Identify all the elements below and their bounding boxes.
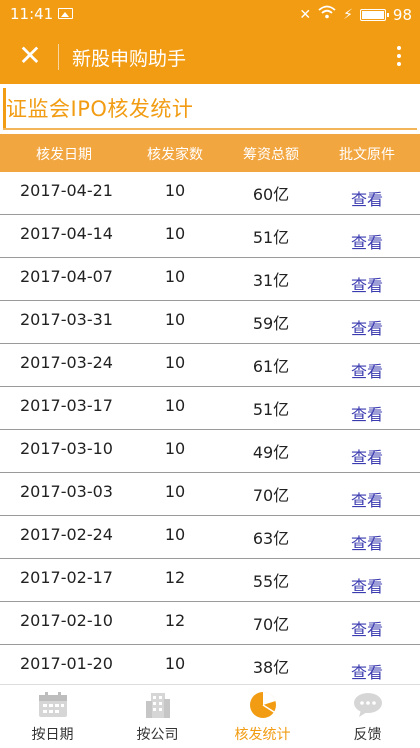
row-date: 2017-04-14 [20, 224, 113, 243]
image-notification-icon [58, 8, 73, 19]
row-amount: 63亿 [252, 529, 290, 548]
row-date: 2017-02-24 [20, 525, 113, 544]
table-header: 核发日期 核发家数 筹资总额 批文原件 [0, 134, 420, 172]
header-date: 核发日期 [36, 147, 92, 163]
row-count: 10 [164, 482, 186, 501]
view-link[interactable]: 查看 [320, 272, 414, 296]
row-date: 2017-03-17 [20, 396, 113, 415]
table-row: 2017-03-10 10 49亿 查看 [0, 430, 420, 473]
nav-by-date[interactable]: 按日期 [0, 685, 105, 748]
app-bar: ✕ 新股申购助手 [0, 30, 420, 84]
view-link[interactable]: 查看 [320, 401, 414, 425]
row-amount: 31亿 [252, 271, 290, 290]
row-count: 10 [164, 654, 186, 673]
row-count: 10 [164, 525, 186, 544]
table-row: 2017-02-24 10 63亿 查看 [0, 516, 420, 559]
table-row: 2017-04-07 10 31亿 查看 [0, 258, 420, 301]
row-date: 2017-02-17 [20, 568, 113, 587]
status-icons: ✕ ⚡ 98 [299, 5, 412, 24]
more-options-icon[interactable] [392, 42, 406, 72]
row-amount: 61亿 [252, 357, 290, 376]
row-count: 10 [164, 353, 186, 372]
building-icon [146, 693, 170, 718]
chat-bubble-icon [354, 693, 382, 717]
table-row: 2017-03-24 10 61亿 查看 [0, 344, 420, 387]
calendar-icon [39, 692, 67, 717]
row-amount: 49亿 [252, 443, 290, 462]
row-date: 2017-03-10 [20, 439, 113, 458]
view-link[interactable]: 查看 [320, 229, 414, 253]
row-amount: 70亿 [252, 486, 290, 505]
row-date: 2017-02-10 [20, 611, 113, 630]
nav-feedback[interactable]: 反馈 [315, 685, 420, 748]
row-count: 10 [164, 396, 186, 415]
row-date: 2017-03-24 [20, 353, 113, 372]
nav-label: 按日期 [31, 727, 74, 743]
table-row: 2017-04-21 10 60亿 查看 [0, 172, 420, 215]
row-amount: 70亿 [252, 615, 290, 634]
header-amount: 筹资总额 [243, 147, 299, 163]
row-count: 10 [164, 439, 186, 458]
table-row: 2017-02-17 12 55亿 查看 [0, 559, 420, 602]
table-row: 2017-03-03 10 70亿 查看 [0, 473, 420, 516]
row-date: 2017-03-31 [20, 310, 113, 329]
table-row: 2017-03-31 10 59亿 查看 [0, 301, 420, 344]
charging-icon: ⚡ [343, 6, 353, 23]
nav-label: 核发统计 [234, 727, 291, 743]
view-link[interactable]: 查看 [320, 186, 414, 210]
status-bar: 11:41 ✕ ⚡ 98 [0, 0, 420, 30]
table-row: 2017-04-14 10 51亿 查看 [0, 215, 420, 258]
page-title: 证监会IPO核发统计 [6, 97, 194, 121]
row-amount: 59亿 [252, 314, 290, 333]
row-amount: 51亿 [252, 400, 290, 419]
battery-percent: 98 [392, 5, 412, 24]
table-row: 2017-02-10 12 70亿 查看 [0, 602, 420, 645]
table-row: 2017-01-20 10 38亿 查看 [0, 645, 420, 688]
nav-by-company[interactable]: 按公司 [105, 685, 210, 748]
row-count: 10 [164, 267, 186, 286]
view-link[interactable]: 查看 [320, 573, 414, 597]
app-title: 新股申购助手 [72, 48, 187, 70]
nav-label: 按公司 [136, 727, 179, 743]
view-link[interactable]: 查看 [320, 444, 414, 468]
row-count: 10 [164, 224, 186, 243]
row-date: 2017-04-21 [20, 181, 113, 200]
row-amount: 55亿 [252, 572, 290, 591]
nav-label: 反馈 [353, 727, 382, 743]
header-count: 核发家数 [147, 147, 203, 163]
page-title-section: 证监会IPO核发统计 [0, 84, 420, 132]
row-amount: 51亿 [252, 228, 290, 247]
table-row: 2017-03-17 10 51亿 查看 [0, 387, 420, 430]
bottom-nav: 按日期 按公司 核发统计 反馈 [0, 684, 420, 748]
pie-chart-icon [250, 691, 276, 718]
header-document: 批文原件 [339, 147, 395, 163]
row-count: 12 [164, 611, 186, 630]
view-link[interactable]: 查看 [320, 315, 414, 339]
row-amount: 38亿 [252, 658, 290, 677]
view-link[interactable]: 查看 [320, 530, 414, 554]
title-underline [3, 128, 417, 130]
mute-icon: ✕ [299, 6, 312, 23]
row-date: 2017-04-07 [20, 267, 113, 286]
row-count: 10 [164, 310, 186, 329]
view-link[interactable]: 查看 [320, 358, 414, 382]
status-time: 11:41 [10, 5, 54, 23]
wifi-icon [318, 5, 336, 24]
nav-statistics[interactable]: 核发统计 [210, 685, 315, 748]
row-date: 2017-01-20 [20, 654, 113, 673]
row-date: 2017-03-03 [20, 482, 113, 501]
app-bar-divider [58, 44, 59, 70]
close-icon[interactable]: ✕ [16, 41, 44, 71]
row-count: 12 [164, 568, 186, 587]
row-amount: 60亿 [252, 185, 290, 204]
row-count: 10 [164, 181, 186, 200]
view-link[interactable]: 查看 [320, 659, 414, 683]
battery-icon [359, 8, 389, 21]
view-link[interactable]: 查看 [320, 487, 414, 511]
view-link[interactable]: 查看 [320, 616, 414, 640]
